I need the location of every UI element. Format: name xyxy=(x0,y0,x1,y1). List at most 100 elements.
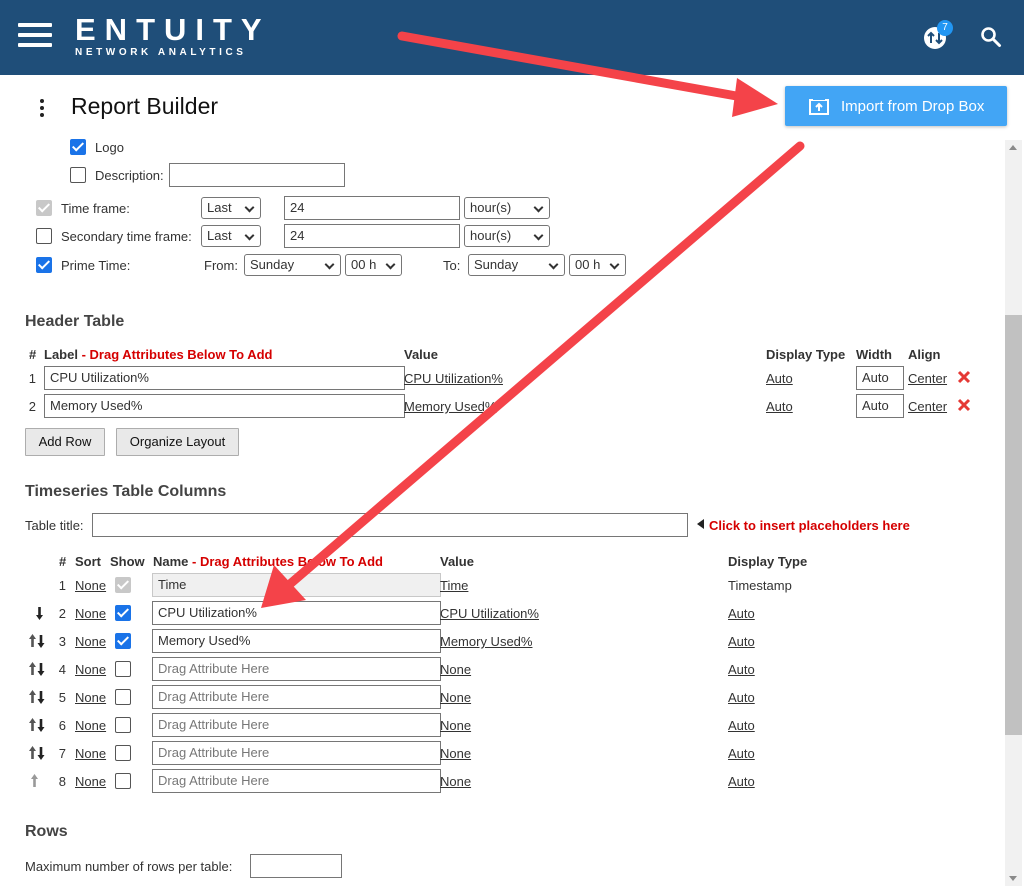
ts-row-display-type[interactable]: Auto xyxy=(728,606,755,622)
move-up-arrow-icon[interactable] xyxy=(30,773,39,789)
prime-time-checkbox[interactable] xyxy=(36,257,52,273)
secondary-value-input[interactable]: 24 xyxy=(284,224,460,248)
header-row-value-link[interactable]: Memory Used% xyxy=(404,399,496,415)
move-up-down-arrows-icon[interactable] xyxy=(28,717,46,733)
ts-row-name-input[interactable]: Drag Attribute Here xyxy=(152,741,441,765)
time-frame-unit-select[interactable]: hour(s) xyxy=(464,197,550,219)
ts-row-name-input[interactable]: CPU Utilization% xyxy=(152,601,441,625)
move-up-down-arrows-icon[interactable] xyxy=(28,633,46,649)
ts-row-sort-link[interactable]: None xyxy=(75,662,106,678)
to-hour-select[interactable]: 00 h xyxy=(569,254,626,276)
ts-row-show-checkbox[interactable] xyxy=(115,745,131,761)
move-up-down-arrows-icon[interactable] xyxy=(28,661,46,677)
header-row-display-type-link[interactable]: Auto xyxy=(766,399,793,415)
ts-row-sort-link[interactable]: None xyxy=(75,634,106,650)
secondary-mode-select[interactable]: Last xyxy=(201,225,261,247)
import-button-label: Import from Drop Box xyxy=(841,97,985,115)
ts-row-name-input[interactable]: Drag Attribute Here xyxy=(152,657,441,681)
to-day-select[interactable]: Sunday xyxy=(468,254,565,276)
secondary-time-frame-checkbox[interactable] xyxy=(36,228,52,244)
ts-row-sort-link[interactable]: None xyxy=(75,746,106,762)
ts-row-name-input[interactable]: Drag Attribute Here xyxy=(152,685,441,709)
time-frame-mode-select[interactable]: Last xyxy=(201,197,261,219)
ts-row-display-type[interactable]: Auto xyxy=(728,774,755,790)
header-row-label-input[interactable]: Memory Used% xyxy=(44,394,405,418)
ts-row-show-checkbox[interactable] xyxy=(115,689,131,705)
header-row-width-input[interactable]: Auto xyxy=(856,366,904,390)
time-frame-value-input[interactable]: 24 xyxy=(284,196,460,220)
row-move-control[interactable] xyxy=(28,745,46,761)
scroll-down-arrow-icon[interactable] xyxy=(1009,876,1017,881)
secondary-unit-select[interactable]: hour(s) xyxy=(464,225,550,247)
ts-row-display-type[interactable]: Auto xyxy=(728,634,755,650)
header-row-align-link[interactable]: Center xyxy=(908,399,947,415)
header-row-display-type-link[interactable]: Auto xyxy=(766,371,793,387)
ts-row-sort-link[interactable]: None xyxy=(75,718,106,734)
description-input[interactable] xyxy=(169,163,345,187)
ts-row-value-link[interactable]: None xyxy=(440,718,471,734)
ts-row-show-checkbox[interactable] xyxy=(115,661,131,677)
description-checkbox[interactable] xyxy=(70,167,86,183)
ts-row-display-type[interactable]: Auto xyxy=(728,746,755,762)
ts-row-sort-link[interactable]: None xyxy=(75,578,106,594)
ts-row-show-checkbox[interactable] xyxy=(115,605,131,621)
table-title-input[interactable] xyxy=(92,513,688,537)
header-col-label-hint: - Drag Attributes Below To Add xyxy=(81,347,273,362)
row-move-control[interactable] xyxy=(35,605,45,621)
import-from-drop-box-button[interactable]: Import from Drop Box xyxy=(785,86,1007,126)
header-row-number: 1 xyxy=(28,371,36,386)
more-options-icon[interactable] xyxy=(36,97,48,119)
logo-checkbox[interactable] xyxy=(70,139,86,155)
row-move-control[interactable] xyxy=(28,717,46,733)
move-up-down-arrows-icon[interactable] xyxy=(28,689,46,705)
ts-row-sort-link[interactable]: None xyxy=(75,606,106,622)
ts-row-show-checkbox[interactable] xyxy=(115,717,131,733)
ts-row-value-link[interactable]: Memory Used% xyxy=(440,634,532,650)
ts-row-value-link[interactable]: None xyxy=(440,690,471,706)
hamburger-menu-icon[interactable] xyxy=(18,23,52,47)
header-row-label-input[interactable]: CPU Utilization% xyxy=(44,366,405,390)
delete-row-icon[interactable] xyxy=(957,370,971,384)
ts-row-display-type[interactable]: Auto xyxy=(728,690,755,706)
row-move-control[interactable] xyxy=(30,773,40,789)
ts-row-value-link[interactable]: CPU Utilization% xyxy=(440,606,539,622)
row-move-control[interactable] xyxy=(28,661,46,677)
ts-row-name-input[interactable]: Memory Used% xyxy=(152,629,441,653)
ts-row-value-link[interactable]: None xyxy=(440,662,471,678)
ts-row-name-input[interactable]: Drag Attribute Here xyxy=(152,713,441,737)
header-row-number: 2 xyxy=(28,399,36,414)
row-move-control[interactable] xyxy=(28,633,46,649)
header-row-align-link[interactable]: Center xyxy=(908,371,947,387)
ts-row-value-link[interactable]: Time xyxy=(440,578,468,594)
ts-row-sort-link[interactable]: None xyxy=(75,690,106,706)
ts-row-sort-link[interactable]: None xyxy=(75,774,106,790)
add-row-button[interactable]: Add Row xyxy=(25,428,105,456)
ts-row-value-link[interactable]: None xyxy=(440,746,471,762)
header-row-value-link[interactable]: CPU Utilization% xyxy=(404,371,503,387)
ts-row-display-type[interactable]: Auto xyxy=(728,718,755,734)
header-row-width-input[interactable]: Auto xyxy=(856,394,904,418)
ts-row-display-type[interactable]: Auto xyxy=(728,662,755,678)
search-icon[interactable] xyxy=(980,26,1002,48)
scroll-up-arrow-icon[interactable] xyxy=(1009,145,1017,150)
from-day-select[interactable]: Sunday xyxy=(244,254,341,276)
ts-row-name-input[interactable]: Drag Attribute Here xyxy=(152,769,441,793)
prime-time-label: Prime Time: xyxy=(61,258,131,273)
ts-row-number: 6 xyxy=(58,718,66,733)
move-down-arrow-icon[interactable] xyxy=(35,605,44,621)
from-label: From: xyxy=(204,258,238,273)
delete-row-icon[interactable] xyxy=(957,398,971,412)
ts-col-name: Name - Drag Attributes Below To Add xyxy=(153,554,383,570)
ts-row-show-checkbox[interactable] xyxy=(115,773,131,789)
row-move-control[interactable] xyxy=(28,689,46,705)
ts-row-value-link[interactable]: None xyxy=(440,774,471,790)
scrollbar-thumb[interactable] xyxy=(1005,315,1022,735)
move-up-down-arrows-icon[interactable] xyxy=(28,745,46,761)
insert-placeholders-link[interactable]: Click to insert placeholders here xyxy=(709,518,910,534)
from-hour-select[interactable]: 00 h xyxy=(345,254,402,276)
organize-layout-button[interactable]: Organize Layout xyxy=(116,428,239,456)
notifications-button[interactable]: 7 xyxy=(923,20,953,50)
secondary-time-frame-label: Secondary time frame: xyxy=(61,229,192,244)
max-rows-input[interactable] xyxy=(250,854,342,878)
ts-row-show-checkbox[interactable] xyxy=(115,633,131,649)
